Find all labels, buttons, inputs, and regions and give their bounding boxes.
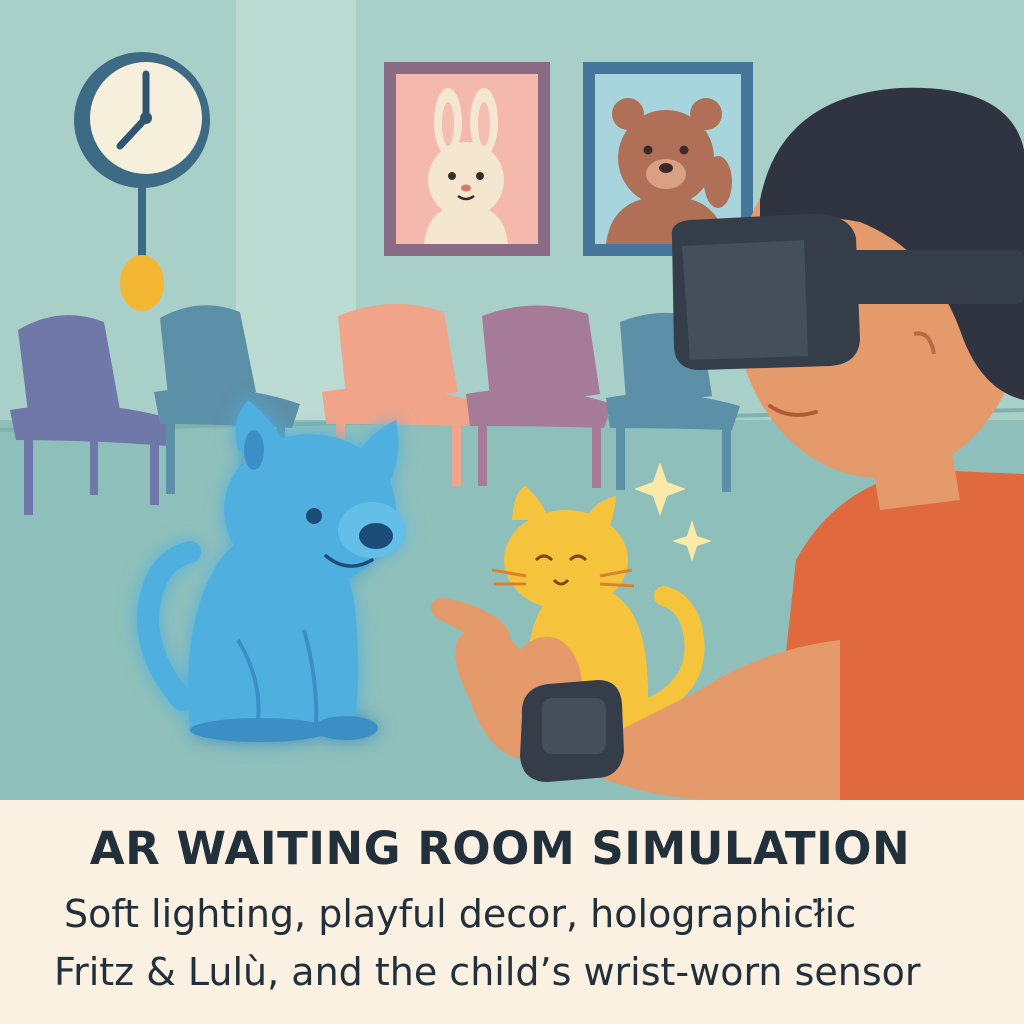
caption-line-1: Soft lighting, playful decor, holographi… [64,892,857,936]
scene-illustration [0,0,1024,800]
caption-title: AR WAITING ROOM SIMULATION [89,822,911,875]
wall-light-panel [236,0,356,440]
bunny-picture-frame [384,62,550,256]
wrist-sensor-icon [520,680,624,782]
caption-line-2: Fritz & Lulù, and the child’s wrist-worn… [54,950,921,994]
